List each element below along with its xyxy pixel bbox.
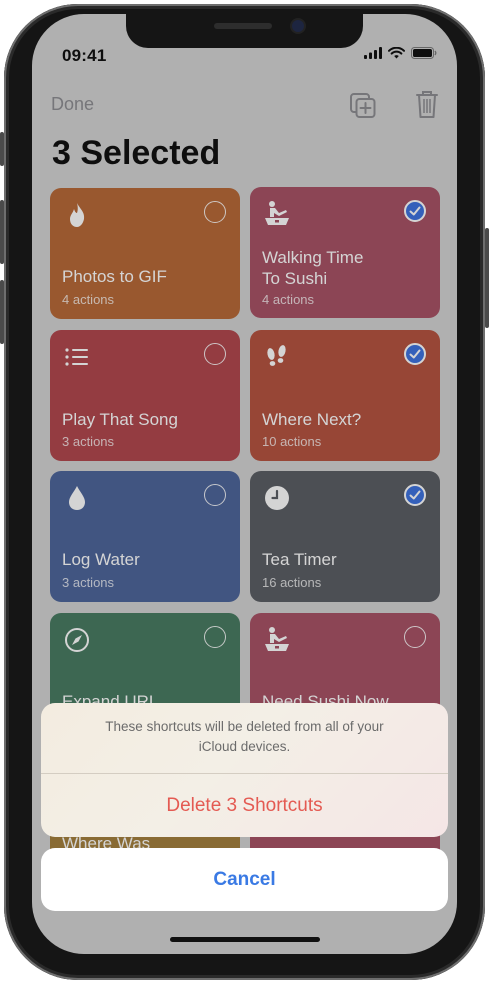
action-sheet-message-line1: These shortcuts will be deleted from all… xyxy=(105,719,384,734)
delete-shortcuts-button[interactable]: Delete 3 Shortcuts xyxy=(41,774,448,837)
side-button-volume-down xyxy=(0,280,4,344)
side-button-mute xyxy=(0,132,4,166)
action-sheet-message: These shortcuts will be deleted from all… xyxy=(41,717,448,757)
notch xyxy=(126,14,363,48)
side-button-volume-up xyxy=(0,200,4,264)
side-button-power xyxy=(485,228,489,328)
action-sheet-message-line2: iCloud devices. xyxy=(198,739,291,754)
home-indicator[interactable] xyxy=(170,937,320,942)
speaker-grille xyxy=(214,23,272,29)
front-camera xyxy=(292,20,304,32)
screen: 09:41 Done 3 Selected Photos to GIF 4 ac… xyxy=(32,14,457,954)
action-sheet: These shortcuts will be deleted from all… xyxy=(41,703,448,837)
cancel-button[interactable]: Cancel xyxy=(41,848,448,911)
